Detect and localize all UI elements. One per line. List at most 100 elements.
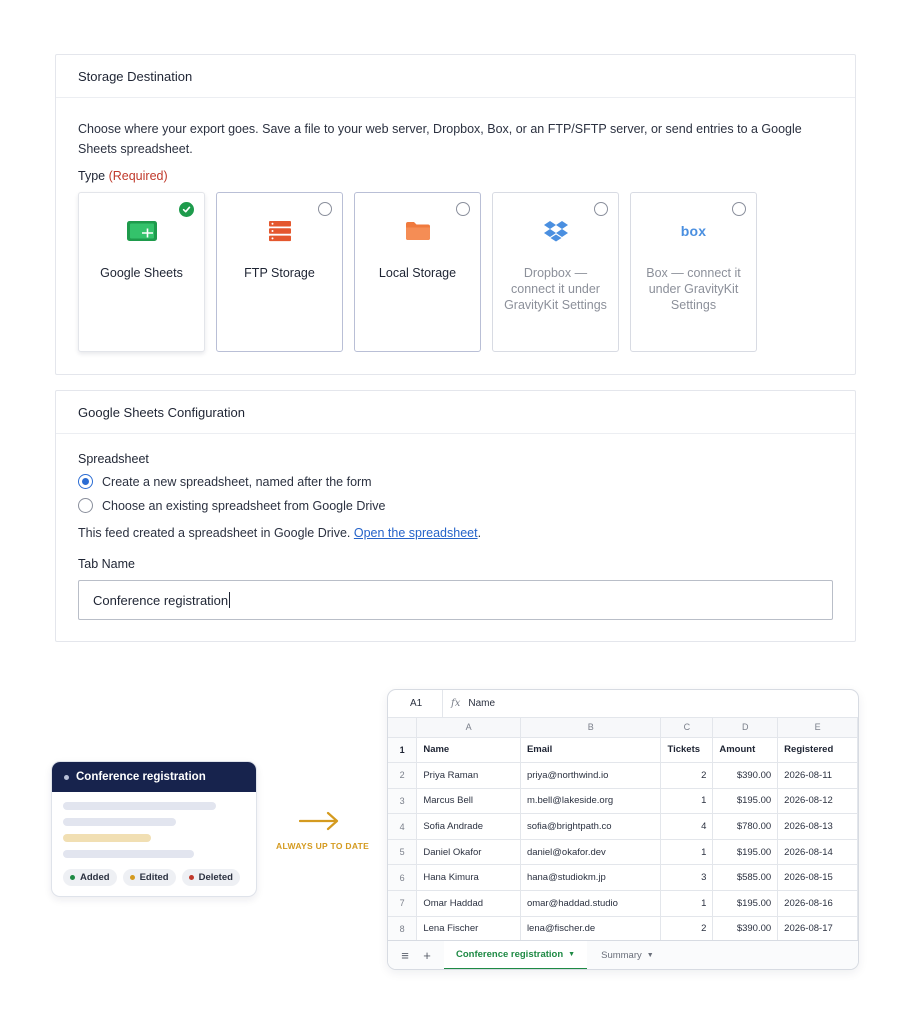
storage-option-dropbox[interactable]: Dropbox — connect it under GravityKit Se… bbox=[492, 192, 619, 352]
table-cell[interactable]: Daniel Okafor bbox=[416, 839, 521, 866]
dropdown-triangle-icon: ▼ bbox=[568, 950, 576, 958]
table-cell[interactable]: 2026-08-15 bbox=[777, 864, 858, 892]
google-sheets-icon bbox=[126, 219, 158, 243]
add-sheet-icon[interactable]: + bbox=[416, 948, 438, 963]
radio-unchecked[interactable] bbox=[318, 202, 332, 216]
table-cell[interactable]: 2026-08-13 bbox=[777, 813, 858, 840]
table-cell[interactable]: 2026-08-11 bbox=[777, 762, 858, 789]
spreadsheet-info: This feed created a spreadsheet in Googl… bbox=[78, 526, 482, 540]
cell-reference[interactable]: A1 bbox=[388, 690, 443, 717]
table-cell[interactable]: $390.00 bbox=[712, 916, 779, 943]
table-row: 7 Omar Haddad omar@haddad.studio 1 $195.00 20… bbox=[388, 890, 858, 917]
table-cell[interactable]: 1 bbox=[660, 839, 714, 866]
column-letter[interactable]: A bbox=[416, 718, 521, 738]
column-letter[interactable]: E bbox=[777, 718, 858, 738]
header-cell[interactable]: Amount bbox=[712, 737, 779, 764]
table-cell[interactable]: priya@northwind.io bbox=[520, 762, 662, 789]
formula-value[interactable]: Name bbox=[468, 698, 495, 709]
tab-name-input[interactable]: Conference registration bbox=[78, 580, 833, 620]
table-cell[interactable]: 2 bbox=[660, 762, 714, 789]
spreadsheet-label: Spreadsheet bbox=[78, 452, 149, 466]
green-dot-icon bbox=[70, 875, 75, 880]
table-cell[interactable]: hana@studiokm.jp bbox=[520, 864, 662, 892]
table-cell[interactable]: $585.00 bbox=[712, 864, 779, 892]
status-dot-icon bbox=[64, 774, 69, 780]
header-cell[interactable]: Registered bbox=[777, 737, 858, 764]
table-cell[interactable]: 2026-08-14 bbox=[777, 839, 858, 866]
checkmark-icon bbox=[179, 202, 194, 217]
table-cell[interactable]: $195.00 bbox=[712, 890, 779, 917]
storage-option-ftp[interactable]: FTP Storage bbox=[216, 192, 343, 352]
table-cell[interactable]: sofia@brightpath.co bbox=[520, 813, 662, 840]
radio-unchecked[interactable] bbox=[78, 498, 93, 513]
table-cell[interactable]: 2026-08-17 bbox=[777, 916, 858, 943]
table-cell[interactable]: 2 bbox=[660, 916, 714, 943]
amber-dot-icon bbox=[129, 875, 135, 880]
header-cell[interactable]: Tickets bbox=[660, 737, 714, 764]
google-sheets-config-panel: Google Sheets Configuration Spreadsheet … bbox=[55, 390, 856, 642]
radio-option-new-spreadsheet[interactable]: Create a new spreadsheet, named after th… bbox=[78, 474, 372, 489]
table-cell[interactable]: lena@fischer.de bbox=[520, 916, 662, 943]
sheet-tab-active[interactable]: Conference registration ▼ bbox=[444, 940, 588, 969]
table-cell[interactable]: 1 bbox=[660, 788, 714, 815]
radio-unchecked[interactable] bbox=[732, 202, 746, 216]
header-cell[interactable]: Email bbox=[520, 737, 662, 764]
row-number: 6 bbox=[388, 864, 418, 892]
storage-destination-title: Storage Destination bbox=[56, 55, 855, 98]
table-cell[interactable]: daniel@okafor.dev bbox=[520, 839, 662, 866]
row-number: 5 bbox=[388, 839, 418, 866]
storage-option-box[interactable]: box Box — connect it under GravityKit Se… bbox=[630, 192, 757, 352]
column-letter[interactable]: D bbox=[712, 718, 779, 738]
column-letter-row: ABCDE bbox=[388, 718, 858, 738]
server-icon bbox=[264, 219, 296, 243]
legend-deleted: Deleted bbox=[181, 869, 240, 886]
table-cell[interactable]: $780.00 bbox=[712, 813, 779, 840]
storage-description: Choose where your export goes. Save a fi… bbox=[78, 122, 802, 156]
table-cell[interactable]: 2026-08-12 bbox=[777, 788, 858, 815]
sheet-tab-summary[interactable]: Summary ▼ bbox=[589, 950, 666, 961]
radio-unchecked[interactable] bbox=[594, 202, 608, 216]
row-number: 7 bbox=[388, 890, 418, 917]
table-row: 2 Priya Raman priya@northwind.io 2 $390.00 20… bbox=[388, 762, 858, 789]
table-header-row: 1 Name Email Tickets Amount Registered bbox=[388, 737, 858, 764]
storage-type-options: Google Sheets FTP Storage Local Storage … bbox=[78, 192, 757, 352]
required-indicator: (Required) bbox=[108, 169, 168, 183]
table-cell[interactable]: omar@haddad.studio bbox=[520, 890, 662, 917]
dropbox-icon bbox=[540, 219, 572, 243]
table-row: 4 Sofia Andrade sofia@brightpath.co 4 $780.0… bbox=[388, 813, 858, 840]
column-letter[interactable]: C bbox=[660, 718, 714, 738]
dropdown-triangle-icon: ▼ bbox=[646, 951, 654, 959]
table-cell[interactable]: $195.00 bbox=[712, 788, 779, 815]
radio-checked[interactable] bbox=[78, 474, 93, 489]
table-cell[interactable]: $390.00 bbox=[712, 762, 779, 789]
table-cell[interactable]: 2026-08-16 bbox=[777, 890, 858, 917]
table-cell[interactable]: 4 bbox=[660, 813, 714, 840]
column-letter[interactable]: B bbox=[520, 718, 662, 738]
table-cell[interactable]: Omar Haddad bbox=[416, 890, 521, 917]
sheets-config-title: Google Sheets Configuration bbox=[56, 391, 855, 434]
header-cell[interactable]: Name bbox=[416, 737, 521, 764]
row-number: 3 bbox=[388, 788, 418, 815]
table-cell[interactable]: Lena Fischer bbox=[416, 916, 521, 943]
radio-option-existing-spreadsheet[interactable]: Choose an existing spreadsheet from Goog… bbox=[78, 498, 385, 513]
storage-option-label: Dropbox — connect it under GravityKit Se… bbox=[504, 266, 607, 312]
table-cell[interactable]: 3 bbox=[660, 864, 714, 892]
red-dot-icon bbox=[188, 875, 194, 880]
table-cell[interactable]: Priya Raman bbox=[416, 762, 521, 789]
radio-unchecked[interactable] bbox=[456, 202, 470, 216]
open-spreadsheet-link[interactable]: Open the spreadsheet bbox=[354, 526, 478, 540]
storage-option-google-sheets[interactable]: Google Sheets bbox=[78, 192, 205, 352]
corner-cell bbox=[388, 718, 418, 738]
table-cell[interactable]: Sofia Andrade bbox=[416, 813, 521, 840]
sync-caption: ALWAYS UP TO DATE bbox=[276, 841, 370, 851]
table-cell[interactable]: Marcus Bell bbox=[416, 788, 521, 815]
table-cell[interactable]: $195.00 bbox=[712, 839, 779, 866]
table-cell[interactable]: m.bell@lakeside.org bbox=[520, 788, 662, 815]
table-cell[interactable]: Hana Kimura bbox=[416, 864, 521, 892]
right-arrow-icon bbox=[299, 811, 339, 831]
storage-option-local[interactable]: Local Storage bbox=[354, 192, 481, 352]
table-cell[interactable]: 1 bbox=[660, 890, 714, 917]
row-number: 2 bbox=[388, 762, 418, 789]
menu-icon[interactable]: ≡ bbox=[394, 948, 416, 963]
placeholder-line bbox=[63, 802, 216, 810]
